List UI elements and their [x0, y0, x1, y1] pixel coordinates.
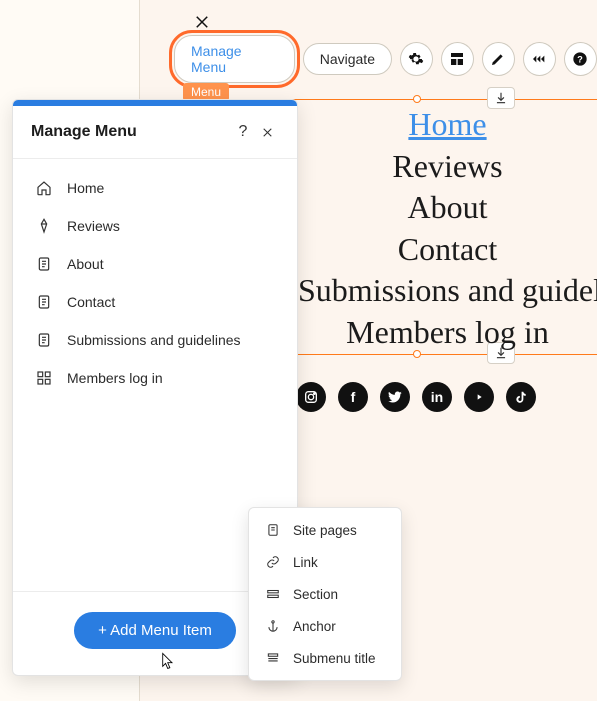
twitter-icon[interactable]	[380, 382, 410, 412]
animation-icon[interactable]	[523, 42, 556, 76]
menu-item-label: Members log in	[67, 370, 163, 386]
submenu-icon	[265, 650, 281, 666]
dropdown-site-pages[interactable]: Site pages	[249, 514, 401, 546]
settings-icon[interactable]	[400, 42, 433, 76]
nav-item-home[interactable]: Home	[298, 104, 597, 146]
page-icon	[35, 255, 53, 273]
linkedin-icon[interactable]: in	[422, 382, 452, 412]
youtube-icon[interactable]	[464, 382, 494, 412]
add-menu-item-button[interactable]: + Add Menu Item	[74, 612, 236, 649]
menu-item-label: Contact	[67, 294, 115, 310]
panel-help-icon[interactable]: ?	[231, 120, 255, 144]
dropdown-label: Submenu title	[293, 651, 376, 666]
panel-header: Manage Menu ?	[13, 106, 297, 159]
tiktok-icon[interactable]	[506, 382, 536, 412]
page-icon	[265, 522, 281, 538]
link-icon	[265, 554, 281, 570]
instagram-icon[interactable]	[296, 382, 326, 412]
menu-item-submissions[interactable]: Submissions and guidelines	[13, 321, 297, 359]
site-menu-preview: Home Reviews About Contact Submissions a…	[298, 104, 597, 354]
element-toolbar: Manage Menu Navigate ?	[174, 35, 597, 83]
page-icon	[35, 331, 53, 349]
panel-title: Manage Menu	[31, 123, 231, 141]
grid-icon	[35, 369, 53, 387]
add-menu-item-dropdown: Site pages Link Section Anchor Submenu t…	[248, 507, 402, 681]
menu-item-about[interactable]: About	[13, 245, 297, 283]
anchor-icon	[265, 618, 281, 634]
pen-icon	[35, 217, 53, 235]
menu-item-reviews[interactable]: Reviews	[13, 207, 297, 245]
menu-item-contact[interactable]: Contact	[13, 283, 297, 321]
section-icon	[265, 586, 281, 602]
svg-text:?: ?	[578, 54, 584, 64]
page-icon	[35, 293, 53, 311]
close-selection-button[interactable]	[191, 11, 213, 33]
social-bar: f in	[296, 382, 536, 412]
nav-item-contact[interactable]: Contact	[298, 229, 597, 271]
nav-item-about[interactable]: About	[298, 187, 597, 229]
menu-items-list: Home Reviews About Contact Submissions a…	[13, 159, 297, 407]
dropdown-submenu-title[interactable]: Submenu title	[249, 642, 401, 674]
panel-close-icon[interactable]	[255, 120, 279, 144]
layout-icon[interactable]	[441, 42, 474, 76]
dropdown-label: Anchor	[293, 619, 336, 634]
design-icon[interactable]	[482, 42, 515, 76]
nav-item-members[interactable]: Members log in	[298, 312, 597, 354]
nav-item-submissions[interactable]: Submissions and guidelines	[298, 270, 597, 312]
menu-item-label: Reviews	[67, 218, 120, 234]
dropdown-label: Section	[293, 587, 338, 602]
dropdown-anchor[interactable]: Anchor	[249, 610, 401, 642]
menu-item-members[interactable]: Members log in	[13, 359, 297, 397]
help-icon[interactable]: ?	[564, 42, 597, 76]
menu-item-home[interactable]: Home	[13, 169, 297, 207]
facebook-icon[interactable]: f	[338, 382, 368, 412]
menu-item-label: Submissions and guidelines	[67, 332, 241, 348]
navigate-button[interactable]: Navigate	[303, 43, 392, 75]
nav-item-reviews[interactable]: Reviews	[298, 146, 597, 188]
menu-item-label: Home	[67, 180, 104, 196]
home-icon	[35, 179, 53, 197]
dropdown-label: Site pages	[293, 523, 357, 538]
manage-menu-button[interactable]: Manage Menu	[174, 35, 295, 83]
dropdown-label: Link	[293, 555, 318, 570]
menu-item-label: About	[67, 256, 104, 272]
section-handle-top[interactable]	[413, 95, 421, 103]
dropdown-section[interactable]: Section	[249, 578, 401, 610]
dropdown-link[interactable]: Link	[249, 546, 401, 578]
